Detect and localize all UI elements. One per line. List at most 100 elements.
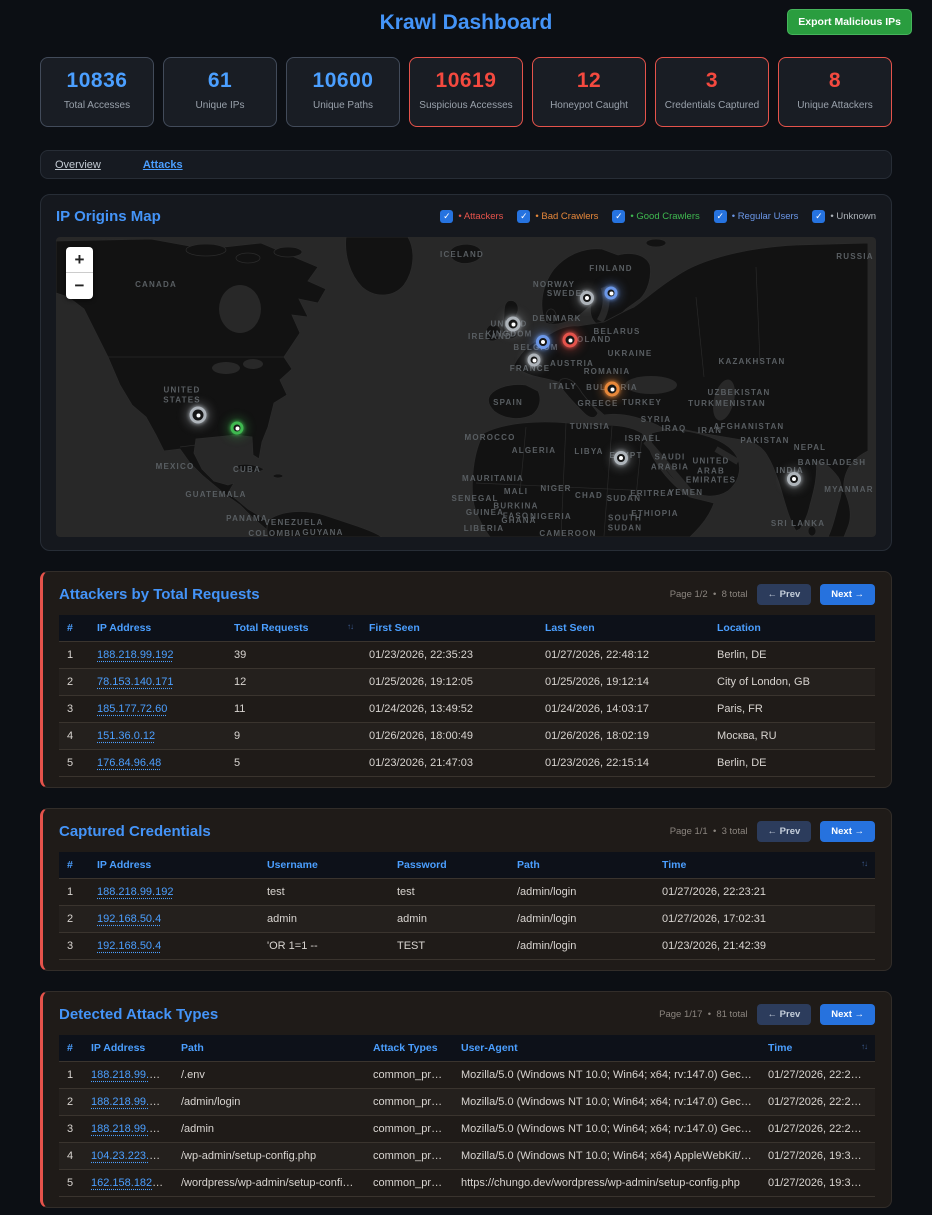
attackers-title: Attackers by Total Requests xyxy=(59,586,260,603)
column-header-first-seen[interactable]: First Seen xyxy=(361,615,537,642)
next-page-button[interactable]: Next → xyxy=(820,1004,875,1025)
legend-item-unknown[interactable]: ✓• Unknown xyxy=(812,210,876,223)
prev-page-button[interactable]: ← Prev xyxy=(757,821,812,842)
cell-username: 'OR 1=1 -- xyxy=(259,933,389,960)
cell-first-seen: 01/23/2026, 21:47:03 xyxy=(361,750,537,777)
sort-icon[interactable]: ↑↓ xyxy=(347,622,353,631)
column-header-username[interactable]: Username xyxy=(259,852,389,879)
legend-checkbox[interactable]: ✓ xyxy=(440,210,453,223)
stat-card-unique-paths: 10600Unique Paths xyxy=(286,57,400,127)
zoom-in-button[interactable]: + xyxy=(66,247,93,273)
attack-types-title: Detected Attack Types xyxy=(59,1006,218,1023)
column-header-ip-address[interactable]: IP Address xyxy=(89,852,259,879)
export-malicious-ips-button[interactable]: Export Malicious IPs xyxy=(787,9,912,35)
cell-: 2 xyxy=(59,669,89,696)
ip-link[interactable]: 104.23.223.128 xyxy=(91,1150,167,1162)
ip-link[interactable]: 188.218.99.192 xyxy=(91,1069,167,1081)
map-marker-regular[interactable] xyxy=(536,335,550,349)
legend-checkbox[interactable]: ✓ xyxy=(517,210,530,223)
column-header-location[interactable]: Location xyxy=(709,615,875,642)
next-page-button[interactable]: Next → xyxy=(820,821,875,842)
ip-link[interactable]: 192.168.50.4 xyxy=(97,940,161,952)
column-header-total-requests[interactable]: Total Requests↑↓ xyxy=(226,615,361,642)
column-header-[interactable]: # xyxy=(59,615,89,642)
cell-location: Berlin, DE xyxy=(709,750,875,777)
tab-attacks[interactable]: Attacks xyxy=(143,159,183,171)
prev-page-button[interactable]: ← Prev xyxy=(757,1004,812,1025)
column-header-[interactable]: # xyxy=(59,1035,83,1062)
map-marker-regular[interactable] xyxy=(605,287,618,300)
column-header-time[interactable]: Time↑↓ xyxy=(654,852,875,879)
ip-link[interactable]: 78.153.140.171 xyxy=(97,676,173,688)
column-header-password[interactable]: Password xyxy=(389,852,509,879)
column-header-path[interactable]: Path xyxy=(509,852,654,879)
cell-path: /wordpress/wp-admin/setup-config.php xyxy=(173,1170,365,1197)
stat-value: 8 xyxy=(783,69,887,93)
column-header-ip-address[interactable]: IP Address xyxy=(83,1035,173,1062)
ip-link[interactable]: 185.177.72.60 xyxy=(97,703,167,715)
cell-ip-address: 78.153.140.171 xyxy=(89,669,226,696)
legend-item-attacker[interactable]: ✓• Attackers xyxy=(440,210,503,223)
ip-link[interactable]: 188.218.99.192 xyxy=(91,1096,167,1108)
column-header-user-agent[interactable]: User-Agent xyxy=(453,1035,760,1062)
legend-item-regular[interactable]: ✓• Regular Users xyxy=(714,210,799,223)
sort-icon[interactable]: ↑↓ xyxy=(861,1042,867,1051)
legend-checkbox[interactable]: ✓ xyxy=(612,210,625,223)
ip-link[interactable]: 188.218.99.192 xyxy=(97,886,173,898)
legend-label: • Bad Crawlers xyxy=(535,211,598,222)
map-marker-unknown[interactable] xyxy=(190,407,207,424)
sort-icon[interactable]: ↑↓ xyxy=(861,859,867,868)
legend-checkbox[interactable]: ✓ xyxy=(714,210,727,223)
map-panel: IP Origins Map ✓• Attackers✓• Bad Crawle… xyxy=(40,194,892,551)
cell-time: 01/27/2026, 22:23:21 xyxy=(760,1089,875,1116)
cell-user-agent: Mozilla/5.0 (Windows NT 10.0; Win64; x64… xyxy=(453,1143,760,1170)
ip-link[interactable]: 162.158.182.104 xyxy=(91,1177,173,1189)
stat-card-unique-attackers: 8Unique Attackers xyxy=(778,57,892,127)
credentials-title: Captured Credentials xyxy=(59,823,211,840)
legend-item-bad[interactable]: ✓ • Bad Crawlers xyxy=(517,210,598,223)
cell-path: /wp-admin/setup-config.php xyxy=(173,1143,365,1170)
map-marker-bad[interactable] xyxy=(605,382,620,397)
column-header-last-seen[interactable]: Last Seen xyxy=(537,615,709,642)
column-header-time[interactable]: Time↑↓ xyxy=(760,1035,875,1062)
table-row: 5162.158.182.104/wordpress/wp-admin/setu… xyxy=(59,1170,875,1197)
cell-path: /admin/login xyxy=(509,879,654,906)
world-map[interactable]: + − CANADAUNITED STATESMEXICOCUBAGUATEMA… xyxy=(56,237,876,537)
map-marker-unknown[interactable] xyxy=(580,291,594,305)
ip-link[interactable]: 151.36.0.12 xyxy=(97,730,155,742)
ip-link[interactable]: 188.218.99.192 xyxy=(91,1123,167,1135)
credentials-pagination: Page 1/1 • 3 total ← Prev Next → xyxy=(670,821,875,842)
ip-link[interactable]: 188.218.99.192 xyxy=(97,649,173,661)
map-canvas xyxy=(56,237,868,537)
ip-link[interactable]: 192.168.50.4 xyxy=(97,913,161,925)
cell-ip-address: 188.218.99.192 xyxy=(83,1089,173,1116)
legend-checkbox[interactable]: ✓ xyxy=(812,210,825,223)
map-marker-good[interactable] xyxy=(231,422,244,435)
cell-ip-address: 188.218.99.192 xyxy=(83,1062,173,1089)
cell-: 2 xyxy=(59,906,89,933)
table-row: 4151.36.0.12901/26/2026, 18:00:4901/26/2… xyxy=(59,723,875,750)
map-marker-unknown[interactable] xyxy=(787,472,801,486)
map-marker-attacker[interactable] xyxy=(563,333,578,348)
column-header-path[interactable]: Path xyxy=(173,1035,365,1062)
next-page-button[interactable]: Next → xyxy=(820,584,875,605)
stat-label: Unique Paths xyxy=(291,100,395,111)
map-marker-unknown[interactable] xyxy=(614,451,628,465)
cell-total-requests: 5 xyxy=(226,750,361,777)
column-header-ip-address[interactable]: IP Address xyxy=(89,615,226,642)
page-indicator: Page 1/17 • 81 total xyxy=(659,1009,747,1020)
prev-page-button[interactable]: ← Prev xyxy=(757,584,812,605)
legend-item-good[interactable]: ✓• Good Crawlers xyxy=(612,210,699,223)
map-marker-unknown[interactable] xyxy=(506,317,521,332)
ip-link[interactable]: 176.84.96.48 xyxy=(97,757,161,769)
cell-attack-types: common_probes xyxy=(365,1062,453,1089)
zoom-out-button[interactable]: − xyxy=(66,273,93,299)
page-indicator: Page 1/2 • 8 total xyxy=(670,589,748,600)
column-header-[interactable]: # xyxy=(59,852,89,879)
cell-password: admin xyxy=(389,906,509,933)
column-header-attack-types[interactable]: Attack Types xyxy=(365,1035,453,1062)
cell-time: 01/27/2026, 19:35:33 xyxy=(760,1170,875,1197)
tab-overview[interactable]: Overview xyxy=(55,159,101,171)
cell-first-seen: 01/23/2026, 22:35:23 xyxy=(361,642,537,669)
map-marker-unknown[interactable] xyxy=(528,354,541,367)
